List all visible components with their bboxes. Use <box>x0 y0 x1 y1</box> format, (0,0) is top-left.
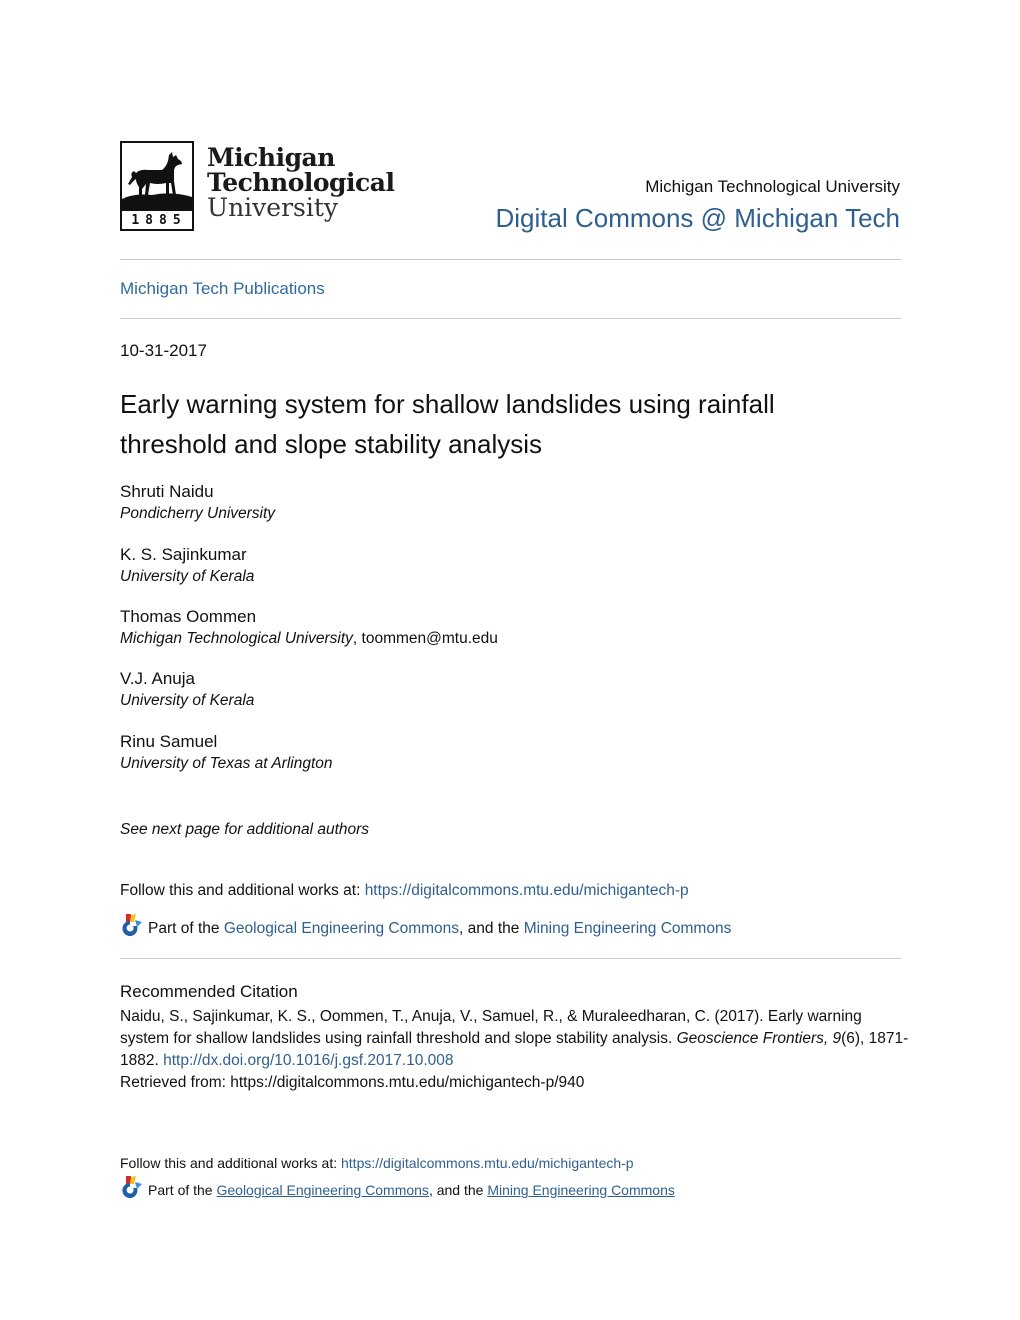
author-name: K. S. Sajinkumar <box>120 545 247 564</box>
citation-journal: Geoscience Frontiers, 9 <box>676 1030 842 1047</box>
logo-emblem: 1885 <box>120 141 194 231</box>
part-of-middle: , and the <box>428 1182 488 1198</box>
part-of-line-footer: Part of the Geological Engineering Commo… <box>120 1176 675 1198</box>
mining-engineering-commons-link[interactable]: Mining Engineering Commons <box>487 1182 675 1198</box>
citation-heading: Recommended Citation <box>120 982 298 1001</box>
geological-engineering-commons-link[interactable]: Geological Engineering Commons <box>224 920 459 937</box>
author-affiliation: University of Kerala <box>120 692 255 709</box>
paper-title: Early warning system for shallow landsli… <box>120 389 775 459</box>
divider <box>120 259 901 260</box>
author-email: , toommen@mtu.edu <box>352 630 498 647</box>
author-affiliation: University of Texas at Arlington <box>120 755 333 772</box>
follow-line-footer: Follow this and additional works at: htt… <box>120 1155 634 1171</box>
divider <box>120 318 901 319</box>
citation-text: Naidu, S., Sajinkumar, K. S., Oommen, T.… <box>120 1006 910 1094</box>
collection-link[interactable]: Michigan Tech Publications <box>120 279 325 299</box>
part-of-line: Part of the Geological Engineering Commo… <box>120 914 731 938</box>
author-affiliation: University of Kerala <box>120 568 255 585</box>
author-affiliation: Pondicherry University <box>120 505 276 522</box>
institution-name: Michigan Technological University <box>645 177 900 196</box>
husky-logo-icon <box>122 152 192 209</box>
logo-wordmark: Michigan Technological University <box>207 143 395 222</box>
part-of-prefix: Part of the <box>148 1182 217 1198</box>
part-of-middle: , and the <box>459 920 524 937</box>
author-entry: V.J. Anuja University of Kerala <box>120 668 254 712</box>
author-name: V.J. Anuja <box>120 669 195 688</box>
divider <box>120 958 901 959</box>
digital-commons-network-icon <box>122 914 142 936</box>
follow-line: Follow this and additional works at: htt… <box>120 882 689 900</box>
logo-line-1: Michigan <box>207 143 335 172</box>
more-authors-note: See next page for additional authors <box>120 821 370 838</box>
author-name: Shruti Naidu <box>120 482 214 501</box>
university-logo: 1885 Michigan Technological University <box>120 141 395 231</box>
author-entry: K. S. Sajinkumar University of Kerala <box>120 544 254 588</box>
doi-link[interactable]: http://dx.doi.org/10.1016/j.gsf.2017.10.… <box>163 1052 453 1069</box>
repository-link[interactable]: Digital Commons @ Michigan Tech <box>495 203 900 234</box>
follow-prefix: Follow this and additional works at: <box>120 882 365 899</box>
logo-line-2: Technological <box>207 168 395 197</box>
part-of-prefix: Part of the <box>148 920 224 937</box>
author-entry: Rinu Samuel University of Texas at Arlin… <box>120 731 333 775</box>
follow-url-link[interactable]: https://digitalcommons.mtu.edu/michigant… <box>341 1155 634 1171</box>
citation-retrieved: Retrieved from: https://digitalcommons.m… <box>120 1074 585 1091</box>
author-name: Thomas Oommen <box>120 607 257 626</box>
follow-url-link[interactable]: https://digitalcommons.mtu.edu/michigant… <box>365 882 689 899</box>
logo-year: 1885 <box>122 209 192 229</box>
follow-prefix: Follow this and additional works at: <box>120 1155 341 1171</box>
author-entry: Thomas Oommen Michigan Technological Uni… <box>120 606 498 650</box>
logo-line-3: University <box>207 193 339 222</box>
mining-engineering-commons-link[interactable]: Mining Engineering Commons <box>524 920 732 937</box>
author-entry: Shruti Naidu Pondicherry University <box>120 481 275 525</box>
author-affiliation-line: Michigan Technological University, toomm… <box>120 628 498 650</box>
author-name: Rinu Samuel <box>120 732 218 751</box>
publication-date: 10-31-2017 <box>120 341 207 360</box>
geological-engineering-commons-link[interactable]: Geological Engineering Commons <box>216 1182 428 1198</box>
author-affiliation: Michigan Technological University <box>120 630 353 647</box>
digital-commons-network-icon <box>122 1176 142 1198</box>
